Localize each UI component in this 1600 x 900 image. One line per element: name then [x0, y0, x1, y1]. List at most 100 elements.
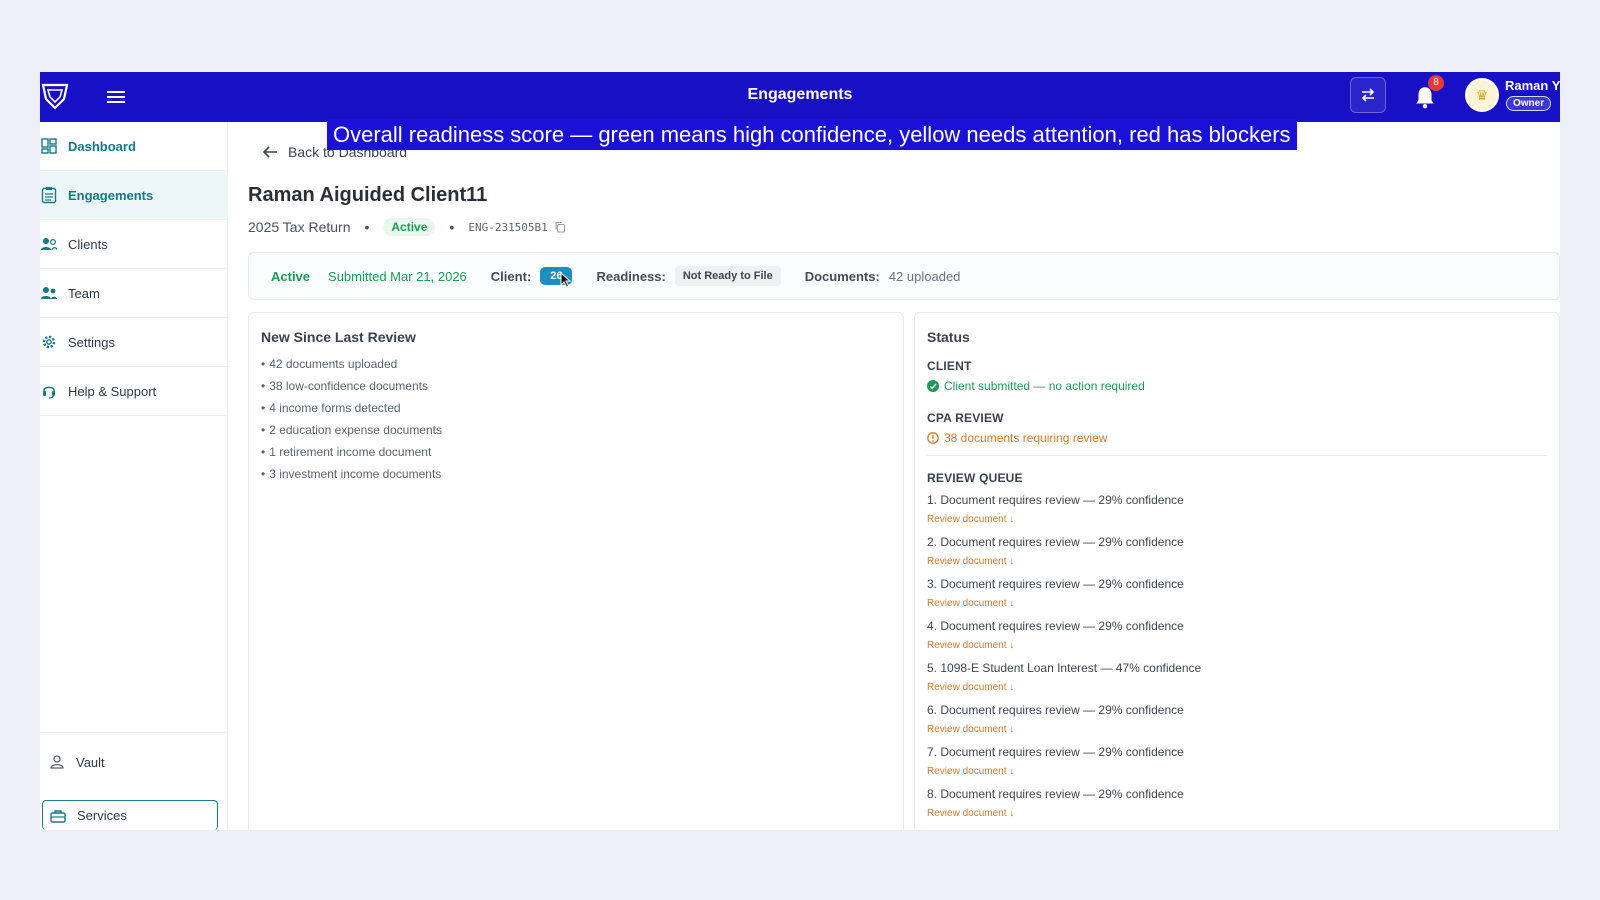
review-document-link[interactable]: Review document ↓: [927, 513, 1014, 527]
review-queue-item: 6. Document requires review — 29% confid…: [927, 701, 1201, 743]
sidebar-item-clients[interactable]: Clients: [40, 220, 228, 269]
client-status-text: Client submitted — no action required: [944, 379, 1145, 393]
card-title: New Since Last Review: [261, 329, 416, 345]
queue-item-title: 7. Document requires review — 29% confid…: [927, 745, 1184, 759]
sidebar-item-label: Help & Support: [68, 383, 157, 399]
review-document-link[interactable]: Review document ↓: [927, 765, 1014, 779]
review-queue-item: 5. 1098-E Student Loan Interest — 47% co…: [927, 659, 1201, 701]
info-status: Active: [271, 268, 311, 284]
arrow-left-icon: [262, 146, 277, 158]
user-name[interactable]: Raman Y: [1505, 78, 1560, 93]
tutorial-caption: Overall readiness score — green means hi…: [327, 119, 1297, 150]
readiness-label: Readiness:: [596, 268, 666, 284]
sidebar-item-vault[interactable]: Vault: [42, 742, 218, 782]
review-document-link[interactable]: Review document ↓: [927, 681, 1014, 695]
sidebar-item-label: Services: [77, 808, 127, 823]
documents-label: Documents:: [804, 268, 880, 284]
review-queue-item: 4. Document requires review — 29% confid…: [927, 617, 1201, 659]
swap-arrows-icon: [1361, 88, 1375, 102]
return-type: 2025 Tax Return: [248, 219, 351, 235]
list-item: 42 documents uploaded: [261, 353, 442, 375]
card-title: Status: [927, 329, 970, 345]
main-content: Back to Dashboard Raman Aiguided Client1…: [248, 122, 1560, 830]
cpa-review-text: 38 documents requiring review: [944, 431, 1108, 445]
alert-circle-icon: [927, 432, 939, 444]
sidebar-item-label: Clients: [68, 236, 108, 252]
sidebar-item-label: Dashboard: [68, 138, 136, 154]
notification-count-badge: 8: [1428, 75, 1444, 91]
sidebar-item-engagements[interactable]: Engagements: [40, 171, 228, 220]
queue-item-title: 2. Document requires review — 29% confid…: [927, 535, 1184, 549]
sidebar-divider: [40, 732, 228, 733]
users-icon: [40, 235, 58, 253]
review-queue-item: 1. Document requires review — 29% confid…: [927, 491, 1201, 533]
status-card: Status CLIENT Client submitted — no acti…: [914, 312, 1560, 830]
review-document-link[interactable]: Review document ↓: [927, 555, 1014, 569]
sidebar-item-label: Engagements: [68, 187, 154, 203]
page-title: Engagements: [747, 86, 853, 103]
team-icon: [40, 284, 58, 302]
client-name-heading: Raman Aiguided Client11: [248, 184, 488, 206]
queue-item-title: 6. Document requires review — 29% confid…: [927, 703, 1184, 717]
client-score-label: Client:: [490, 268, 532, 284]
review-document-link[interactable]: Review document ↓: [927, 639, 1014, 653]
sidebar-item-team[interactable]: Team: [40, 269, 228, 318]
user-icon: [48, 753, 66, 771]
dashboard-icon: [40, 137, 58, 155]
sidebar-item-label: Settings: [68, 334, 115, 350]
cpa-review-status-line: 38 documents requiring review: [927, 431, 1107, 445]
list-item: 2 education expense documents: [261, 419, 442, 441]
documents-count: 42 uploaded: [888, 268, 961, 284]
review-queue-list: 1. Document requires review — 29% confid…: [927, 491, 1201, 827]
sidebar: Dashboard Engagements Clients Team Setti…: [40, 122, 228, 830]
review-queue-item: 7. Document requires review — 29% confid…: [927, 743, 1201, 785]
engagement-code: ENG-231505B1: [468, 220, 548, 234]
sidebar-item-label: Vault: [76, 754, 105, 770]
briefcase-icon: [49, 807, 67, 825]
user-avatar[interactable]: ♛: [1465, 78, 1499, 112]
queue-item-title: 8. Document requires review — 29% confid…: [927, 787, 1184, 801]
new-since-list: 42 documents uploaded 38 low-confidence …: [261, 353, 442, 485]
review-document-link[interactable]: Review document ↓: [927, 723, 1014, 737]
separator-dot: •: [364, 219, 370, 235]
switch-account-button[interactable]: [1350, 77, 1386, 113]
sidebar-item-label: Team: [68, 285, 100, 301]
status-badge: Active: [383, 218, 436, 236]
client-status-line: Client submitted — no action required: [927, 379, 1145, 393]
sidebar-item-dashboard[interactable]: Dashboard: [40, 122, 228, 171]
sidebar-item-help[interactable]: Help & Support: [40, 367, 228, 416]
mouse-cursor-icon: [560, 272, 572, 288]
separator-dot: •: [449, 219, 455, 235]
engagement-info-bar: Active Submitted Mar 21, 2026 Client: 26…: [248, 252, 1560, 300]
queue-item-title: 3. Document requires review — 29% confid…: [927, 577, 1184, 591]
sidebar-item-services[interactable]: Services: [42, 800, 218, 830]
client-readiness-score-badge[interactable]: 26: [540, 267, 573, 288]
sidebar-item-settings[interactable]: Settings: [40, 318, 228, 367]
section-divider: [927, 455, 1547, 456]
info-submitted-date: Submitted Mar 21, 2026: [328, 268, 467, 284]
review-queue-item: 2. Document requires review — 29% confid…: [927, 533, 1201, 575]
review-document-link[interactable]: Review document ↓: [927, 597, 1014, 611]
queue-item-title: 4. Document requires review — 29% confid…: [927, 619, 1184, 633]
app-window: Engagements 8 ♛ Raman Y Owner Overall re…: [40, 72, 1560, 830]
new-since-review-card: New Since Last Review 42 documents uploa…: [248, 312, 904, 830]
queue-item-title: 1. Document requires review — 29% confid…: [927, 493, 1184, 507]
clipboard-icon: [40, 186, 58, 204]
list-item: 1 retirement income document: [261, 441, 442, 463]
help-icon: [40, 382, 58, 400]
cpa-review-label: CPA REVIEW: [927, 411, 1004, 425]
client-section-label: CLIENT: [927, 359, 972, 373]
check-circle-icon: [927, 380, 939, 392]
list-item: 4 income forms detected: [261, 397, 442, 419]
gear-icon: [40, 333, 58, 351]
review-queue-item: 8. Document requires review — 29% confid…: [927, 785, 1201, 827]
top-bar: Engagements 8 ♛ Raman Y Owner: [40, 72, 1560, 122]
review-queue-item: 3. Document requires review — 29% confid…: [927, 575, 1201, 617]
copy-icon[interactable]: [554, 221, 566, 233]
review-document-link[interactable]: Review document ↓: [927, 807, 1014, 821]
list-item: 3 investment income documents: [261, 463, 442, 485]
readiness-badge: Not Ready to File: [674, 266, 781, 286]
list-item: 38 low-confidence documents: [261, 375, 442, 397]
review-queue-label: REVIEW QUEUE: [927, 471, 1023, 485]
engagement-subline: 2025 Tax Return • Active • ENG-231505B1: [248, 218, 566, 236]
